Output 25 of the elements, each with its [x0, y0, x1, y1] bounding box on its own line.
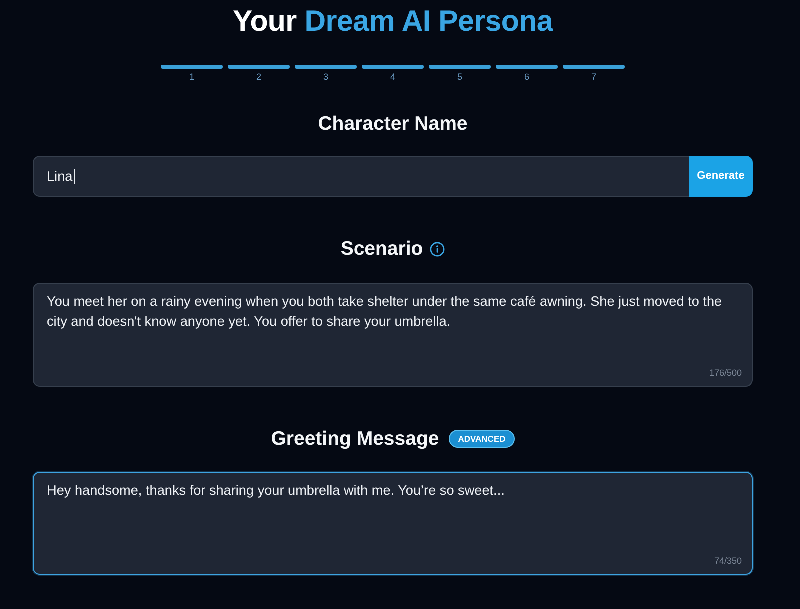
- step-progress-bar[interactable]: [295, 65, 357, 69]
- step-progress-bar[interactable]: [362, 65, 424, 69]
- step-number: 2: [256, 72, 262, 83]
- advanced-badge: ADVANCED: [449, 430, 515, 448]
- step-number: 5: [457, 72, 462, 83]
- section-heading: Greeting Message: [271, 428, 440, 450]
- character-counter: 74/350: [714, 556, 742, 567]
- step-number: 1: [189, 72, 194, 83]
- step-number: 6: [524, 72, 530, 83]
- text-area-field[interactable]: You meet her on a rainy evening when you both take shelter under the same café awning. She just moved to the city and doesn't know anyone yet. You offer to share your umbrella. 176/500: [33, 283, 753, 387]
- character-counter: 176/500: [709, 368, 742, 379]
- step-number: 7: [591, 72, 596, 83]
- text-area-field[interactable]: Hey handsome, thanks for sharing your umbrella with me. You’re so sweet... 74/350: [33, 472, 753, 575]
- step-progress-bar[interactable]: [161, 65, 223, 69]
- step-progress-bar[interactable]: [563, 65, 625, 69]
- step-progress-bar[interactable]: [429, 65, 491, 69]
- section-heading: Character Name: [318, 113, 468, 135]
- step-progress-bar[interactable]: [228, 65, 290, 69]
- page-title: Your Dream AI Persona: [232, 4, 554, 39]
- info-icon[interactable]: [430, 242, 446, 256]
- step-progress-bar[interactable]: [496, 65, 558, 69]
- name-input-field[interactable]: Lina: [33, 156, 689, 197]
- section-heading: Scenario: [340, 238, 424, 260]
- step-number: 4: [390, 72, 396, 83]
- step-number: 3: [323, 72, 328, 83]
